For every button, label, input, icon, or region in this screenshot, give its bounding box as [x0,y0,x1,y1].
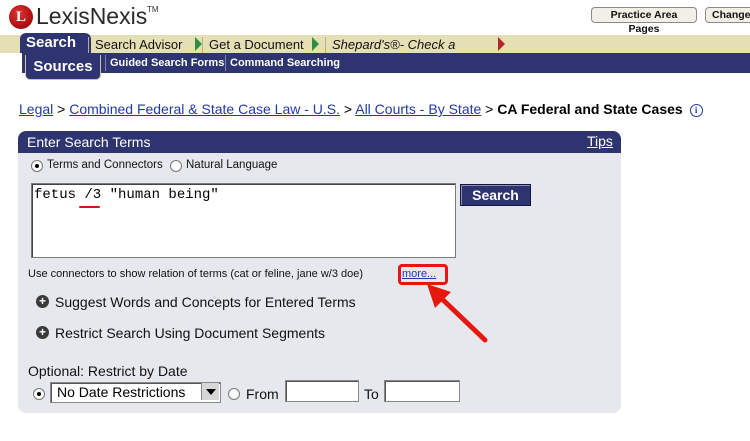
restrict-segments-link[interactable]: Restrict Search Using Document Segments [55,325,325,341]
practice-area-pages-button[interactable]: Practice Area Pages [591,7,697,35]
tab-arrow-icon [195,37,202,51]
to-label: To [364,386,379,402]
breadcrumb-current: CA Federal and State Cases [497,101,683,117]
tab-search-advisor[interactable]: Search Advisor [88,37,199,53]
breadcrumb-legal[interactable]: Legal [19,101,53,117]
tab-arrow-icon [498,37,505,51]
search-query-text: fetus /3 "human being" [34,187,219,203]
tips-link[interactable]: Tips [587,133,613,149]
info-icon[interactable]: i [689,104,703,117]
radio-terms-and-connectors[interactable] [31,160,43,172]
connector-hint-text: Use connectors to show relation of terms… [28,268,364,280]
expand-plus-icon[interactable]: + [36,295,49,308]
subtab-guided-search-forms[interactable]: Guided Search Forms [105,55,228,71]
radio-natural-language[interactable] [170,160,182,172]
search-button[interactable]: Search [460,184,531,206]
radio-date-range[interactable] [228,388,240,400]
chevron-down-icon[interactable] [201,383,219,400]
logo-text: LexisNexis [36,3,148,29]
tab-shepards-check-citation[interactable]: Shepard's®- Check a Citation [325,37,500,68]
from-date-input[interactable] [285,380,359,402]
radio-no-date-restriction[interactable] [33,388,45,400]
radio-label-natural-language: Natural Language [186,159,278,171]
date-restrict-label: Optional: Restrict by Date [28,363,188,379]
red-arrow-annotation [427,284,488,343]
radio-label-terms-and-connectors: Terms and Connectors [47,159,163,171]
breadcrumb-separator: > [57,101,66,117]
to-date-input[interactable] [384,380,460,402]
suggest-words-link[interactable]: Suggest Words and Concepts for Entered T… [55,294,356,310]
lexisnexis-logo-icon: L [9,5,33,29]
expand-plus-icon[interactable]: + [36,326,49,339]
tab-get-a-document[interactable]: Get a Document [202,37,315,53]
tab-arrow-icon [312,37,319,51]
subtab-command-searching[interactable]: Command Searching [225,55,344,71]
from-label: From [246,386,279,402]
breadcrumb-separator: > [343,101,353,117]
breadcrumb-all-courts-by-state[interactable]: All Courts - By State [355,101,481,117]
panel-title: Enter Search Terms [27,134,151,150]
tab-search[interactable]: Search [20,33,91,53]
date-restriction-value: No Date Restrictions [57,384,186,400]
connector-underline-annotation [79,206,100,208]
breadcrumb: Legal > Combined Federal & State Case La… [19,101,703,117]
breadcrumb-separator: > [485,101,494,117]
subtab-sources[interactable]: Sources [25,55,101,80]
breadcrumb-combined-case-law[interactable]: Combined Federal & State Case Law - U.S. [69,101,340,117]
change-button[interactable]: Change [705,7,750,23]
logo-trademark: TM [147,5,159,14]
